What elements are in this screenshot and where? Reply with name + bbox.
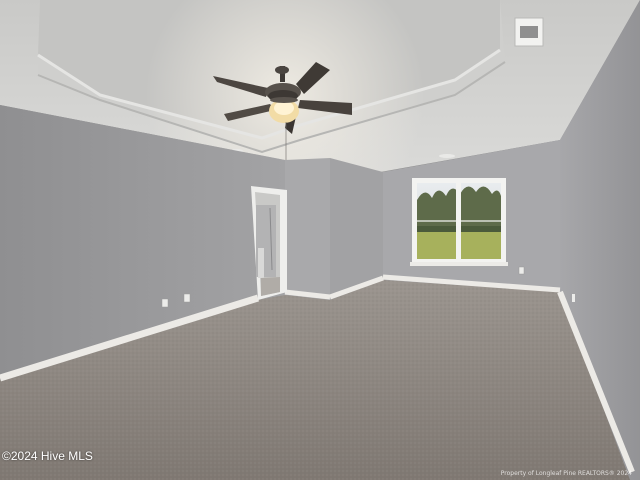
outlet-back: [518, 266, 525, 275]
window: [410, 178, 508, 266]
outlet-right: [572, 294, 575, 302]
watermark-text: ©2024 Hive MLS: [2, 449, 93, 463]
back-wall-left: [285, 158, 330, 300]
room-photo: ©2024 Hive MLS Property of Longleaf Pine…: [0, 0, 640, 480]
photo-credit: Property of Longleaf Pine REALTORS® 2024: [500, 470, 632, 477]
ceiling-vent: [514, 17, 544, 47]
room-illustration: [0, 0, 640, 480]
ceiling-detector: [439, 154, 455, 158]
outlet-center: [183, 293, 191, 303]
outlet-left: [161, 298, 169, 308]
